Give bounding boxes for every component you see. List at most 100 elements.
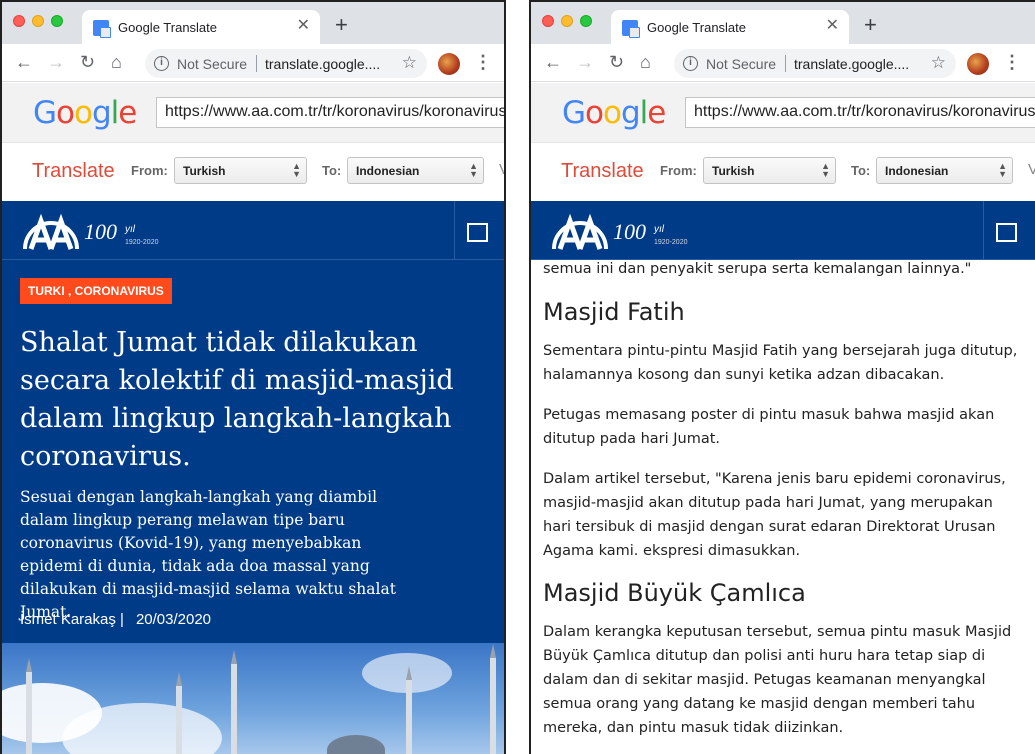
article-hero: TURKI , CORONAVIRUS Shalat Jumat tidak d…: [2, 260, 504, 643]
article-byline: İsmet Karakaş | 20/03/2020: [20, 611, 211, 628]
reload-icon[interactable]: ↻: [609, 52, 624, 72]
to-label: To:: [851, 163, 871, 178]
translate-label[interactable]: Translate: [32, 160, 115, 183]
aa-header-divider: [983, 201, 984, 259]
select-arrows-icon: ▲ ▼: [821, 161, 830, 179]
forward-icon[interactable]: →: [47, 52, 65, 72]
view-more-label[interactable]: V: [1028, 161, 1035, 178]
section-heading-fatih: Masjid Fatih: [543, 298, 685, 326]
to-label: To:: [322, 163, 342, 178]
google-logo[interactable]: Google: [562, 95, 666, 131]
reload-icon[interactable]: ↻: [80, 52, 95, 72]
google-logo[interactable]: Google: [33, 95, 137, 131]
article-body: semua ini dan penyakit serupa serta kema…: [531, 260, 1035, 754]
translate-bar: Translate From: Turkish ▲ ▼ To: Indonesia…: [531, 143, 1035, 201]
to-language-value: Indonesian: [356, 164, 420, 178]
tab-strip: Google Translate ✕ +: [2, 2, 504, 44]
view-more-label[interactable]: V: [499, 161, 504, 178]
google-header: Google https://www.aa.com.tr/tr/koronavi…: [2, 83, 504, 143]
translate-bar: Translate From: Turkish ▲ ▼ To: Indonesia…: [2, 143, 504, 201]
window-controls: [542, 15, 592, 27]
aa-100-logo-text: 100: [613, 219, 646, 244]
tab-close-icon[interactable]: ✕: [826, 17, 839, 35]
aa-menu-square-icon[interactable]: [467, 223, 488, 242]
address-url[interactable]: translate.google....: [265, 56, 380, 72]
browser-toolbar: ← → ↻ ⌂ i Not Secure translate.google...…: [2, 44, 504, 82]
address-divider: [785, 55, 786, 72]
address-url[interactable]: translate.google....: [794, 56, 909, 72]
aa-header-divider: [454, 201, 455, 259]
tab-google-translate[interactable]: Google Translate ✕: [611, 10, 849, 44]
article-photo: [2, 643, 504, 754]
tab-title: Google Translate: [118, 20, 218, 35]
tab-title: Google Translate: [647, 20, 747, 35]
select-arrows-icon: ▲ ▼: [292, 161, 301, 179]
aa-years-logo-text: 1920-2020: [125, 239, 159, 246]
section-heading-camlica: Masjid Büyük Çamlıca: [543, 579, 806, 607]
address-divider: [256, 55, 257, 72]
article-paragraph: Sementara pintu-pintu Masjid Fatih yang …: [543, 343, 1018, 383]
maximize-window-button[interactable]: [51, 15, 63, 27]
aa-years-logo-text: 1920-2020: [654, 239, 688, 246]
category-badge[interactable]: TURKI , CORONAVIRUS: [20, 278, 172, 304]
new-tab-button[interactable]: +: [864, 14, 877, 36]
article-paragraph: Dalam artikel tersebut, "Karena jenis ba…: [543, 471, 1006, 559]
aa-logo-icon[interactable]: [548, 209, 612, 253]
browser-window-left: Google Translate ✕ + ← → ↻ ⌂ i Not Secur…: [0, 0, 506, 754]
menu-icon[interactable]: ⋮: [1003, 52, 1021, 72]
new-tab-button[interactable]: +: [335, 14, 348, 36]
minimize-window-button[interactable]: [32, 15, 44, 27]
avatar[interactable]: [438, 53, 460, 75]
tab-close-icon[interactable]: ✕: [297, 17, 310, 35]
aa-100-logo-text: 100: [84, 219, 117, 244]
aa-yil-logo-text: yıl: [125, 224, 135, 235]
home-icon[interactable]: ⌂: [640, 52, 651, 72]
aa-yil-logo-text: yıl: [654, 224, 664, 235]
window-controls: [13, 15, 63, 27]
from-label: From:: [660, 163, 697, 178]
not-secure-label: Not Secure: [706, 56, 777, 72]
aa-logo-icon[interactable]: [19, 209, 83, 253]
google-header: Google https://www.aa.com.tr/tr/koronavi…: [531, 83, 1035, 143]
source-url-input[interactable]: https://www.aa.com.tr/tr/koronavirus/kor…: [685, 97, 1035, 128]
aa-site-header: 100 yıl 1920-2020: [531, 201, 1035, 260]
info-icon[interactable]: i: [154, 56, 169, 71]
maximize-window-button[interactable]: [580, 15, 592, 27]
address-bar[interactable]: i Not Secure translate.google.... ☆: [674, 49, 956, 78]
to-language-select[interactable]: Indonesian ▲ ▼: [347, 157, 484, 184]
from-label: From:: [131, 163, 168, 178]
info-icon[interactable]: i: [683, 56, 698, 71]
author-name[interactable]: İsmet Karakaş |: [20, 611, 124, 628]
star-icon[interactable]: ☆: [931, 53, 946, 73]
back-icon[interactable]: ←: [15, 52, 33, 72]
tab-strip: Google Translate ✕ +: [531, 2, 1035, 44]
browser-window-right: Google Translate ✕ + ← → ↻ ⌂ i Not Secur…: [529, 0, 1035, 754]
source-url-input[interactable]: https://www.aa.com.tr/tr/koronavirus/kor…: [156, 97, 504, 128]
browser-toolbar: ← → ↻ ⌂ i Not Secure translate.google...…: [531, 44, 1035, 82]
avatar[interactable]: [967, 53, 989, 75]
to-language-value: Indonesian: [885, 164, 949, 178]
from-language-select[interactable]: Turkish ▲ ▼: [174, 157, 307, 184]
from-language-value: Turkish: [712, 164, 755, 178]
article-paragraph-cut: semua ini dan penyakit serupa serta kema…: [543, 261, 972, 277]
minimize-window-button[interactable]: [561, 15, 573, 27]
tab-google-translate[interactable]: Google Translate ✕: [82, 10, 320, 44]
to-language-select[interactable]: Indonesian ▲ ▼: [876, 157, 1013, 184]
close-window-button[interactable]: [542, 15, 554, 27]
translate-label[interactable]: Translate: [561, 160, 644, 183]
forward-icon[interactable]: →: [576, 52, 594, 72]
home-icon[interactable]: ⌂: [111, 52, 122, 72]
from-language-select[interactable]: Turkish ▲ ▼: [703, 157, 836, 184]
google-translate-favicon-icon: [622, 20, 640, 38]
aa-menu-square-icon[interactable]: [996, 223, 1017, 242]
address-bar[interactable]: i Not Secure translate.google.... ☆: [145, 49, 427, 78]
article-headline: Shalat Jumat tidak dilakukan secara kole…: [20, 327, 454, 472]
back-icon[interactable]: ←: [544, 52, 562, 72]
menu-icon[interactable]: ⋮: [474, 52, 492, 72]
article-paragraph: Petugas memasang poster di pintu masuk b…: [543, 407, 995, 447]
select-arrows-icon: ▲ ▼: [998, 161, 1007, 179]
close-window-button[interactable]: [13, 15, 25, 27]
not-secure-label: Not Secure: [177, 56, 248, 72]
star-icon[interactable]: ☆: [402, 53, 417, 73]
select-arrows-icon: ▲ ▼: [469, 161, 478, 179]
